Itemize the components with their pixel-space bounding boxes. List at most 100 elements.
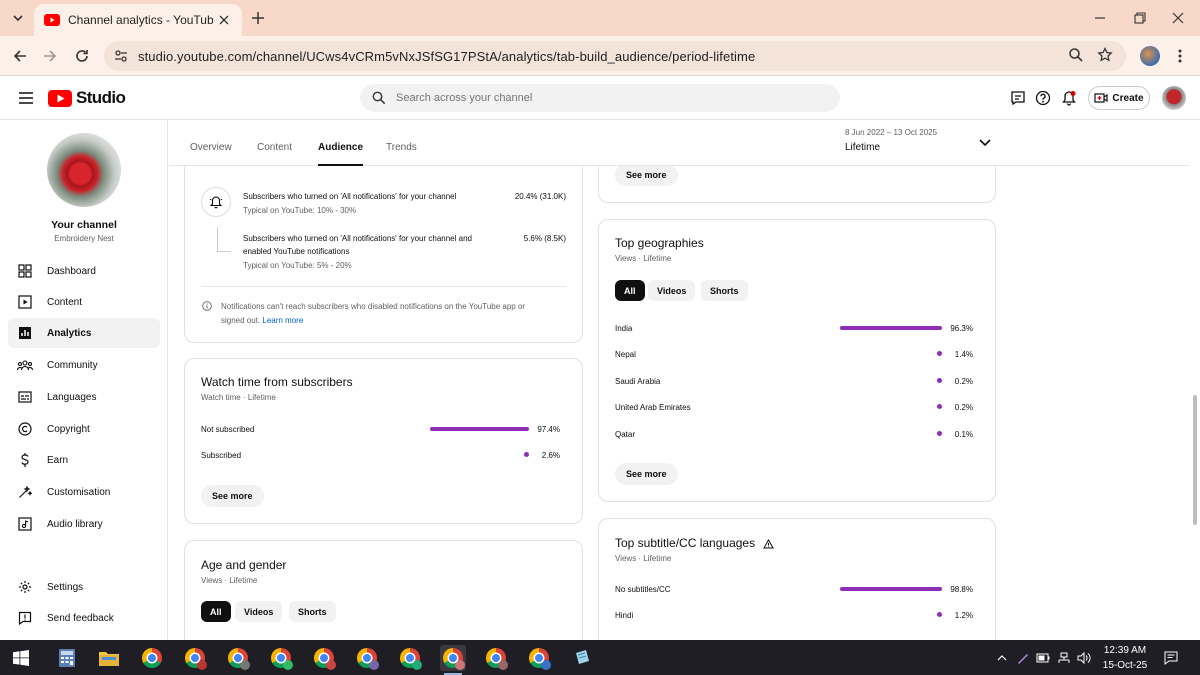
chrome-profile-icon[interactable] (483, 645, 509, 671)
search-box[interactable] (360, 84, 840, 112)
geographies-see-more-button[interactable]: See more (615, 463, 678, 485)
notifications-card: Subscribers who turned on 'All notificat… (184, 140, 583, 343)
show-hidden-icons-chevron[interactable] (995, 651, 1009, 665)
analytics-tabs: Overview Content Audience Trends 8 Jun 2… (169, 120, 1190, 166)
sidebar-item-analytics[interactable]: Analytics (8, 318, 160, 348)
period-selector[interactable]: 8 Jun 2022 – 13 Oct 2025 Lifetime (845, 128, 937, 153)
learn-more-link[interactable]: Learn more (262, 316, 303, 325)
sidebar-item-earn[interactable]: Earn (8, 445, 160, 475)
browser-tab-strip: Channel analytics - YouTube Studio (0, 0, 1200, 36)
sidebar: Your channel Embroidery Nest Dashboard C… (0, 120, 168, 640)
tab-content[interactable]: Content (257, 142, 292, 153)
notifications-bell-icon[interactable] (1059, 88, 1079, 108)
calculator-icon[interactable] (54, 645, 80, 671)
close-window-icon[interactable] (1168, 8, 1188, 28)
channel-avatar[interactable] (47, 133, 121, 207)
address-bar[interactable]: studio.youtube.com/channel/UCws4vCRm5vNx… (104, 41, 1126, 71)
hamburger-menu-icon[interactable] (16, 88, 36, 108)
bookmark-star-icon[interactable] (1097, 47, 1115, 65)
chrome-profile-icon[interactable] (225, 645, 251, 671)
file-explorer-icon[interactable] (96, 645, 122, 671)
new-tab-icon[interactable] (248, 8, 268, 28)
analytics-icon (17, 325, 33, 341)
chrome-profile-icon[interactable] (182, 645, 208, 671)
period-dropdown-chevron-icon[interactable] (977, 134, 993, 150)
customisation-icon (17, 484, 33, 500)
taskbar-clock[interactable]: 12:39 AM 15-Oct-25 (1100, 643, 1150, 673)
browser-tab[interactable]: Channel analytics - YouTube Studio (34, 4, 242, 36)
tab-audience[interactable]: Audience (318, 142, 364, 166)
geo-chip-videos[interactable]: Videos (648, 280, 696, 301)
notification-center-icon[interactable] (1163, 650, 1179, 666)
browser-menu-icon[interactable] (1172, 46, 1188, 66)
age-gender-chip-all[interactable]: All (201, 601, 231, 622)
sidebar-item-languages[interactable]: Languages (8, 382, 160, 412)
period-label: Lifetime (845, 142, 881, 153)
search-input[interactable] (396, 92, 796, 104)
geo-chip-all[interactable]: All (615, 280, 645, 301)
tab-search-chevron-icon[interactable] (7, 7, 29, 29)
sidebar-item-community[interactable]: Community (8, 350, 160, 380)
chrome-icon[interactable] (139, 645, 165, 671)
geo-row-label: India (615, 324, 633, 333)
sidebar-item-copyright[interactable]: Copyright (8, 414, 160, 444)
chrome-profile-icon[interactable] (526, 645, 552, 671)
geo-chip-shorts[interactable]: Shorts (701, 280, 748, 301)
geo-row-dot (937, 351, 942, 356)
watch-time-see-more-button[interactable]: See more (201, 485, 264, 507)
cc-row-dot (937, 612, 942, 617)
geo-row-dot (937, 431, 942, 436)
chrome-profile-icon-active[interactable] (440, 645, 466, 675)
site-info-icon[interactable] (114, 49, 128, 63)
sidebar-item-customisation[interactable]: Customisation (8, 477, 160, 507)
sidebar-item-audio-library[interactable]: Audio library (8, 509, 160, 539)
top-card-see-more-button[interactable]: See more (615, 164, 678, 186)
forward-icon[interactable] (38, 44, 62, 68)
page-scrollbar[interactable] (1190, 120, 1200, 640)
community-icon (17, 357, 33, 373)
volume-icon[interactable] (1077, 651, 1091, 665)
age-gender-card: Age and gender Views · Lifetime All Vide… (184, 540, 583, 640)
zoom-icon[interactable] (1068, 47, 1086, 65)
sidebar-item-dashboard[interactable]: Dashboard (8, 256, 160, 286)
chrome-profile-icon[interactable] (397, 645, 423, 671)
battery-icon[interactable] (1036, 651, 1050, 665)
notif-row2-text-b: enabled YouTube notifications (243, 247, 350, 256)
pen-icon[interactable] (1016, 651, 1030, 665)
sidebar-item-settings[interactable]: Settings (8, 572, 160, 602)
tree-connector (217, 251, 231, 252)
sidebar-item-content[interactable]: Content (8, 287, 160, 317)
subtitles-icon[interactable] (1008, 88, 1028, 108)
reload-icon[interactable] (70, 44, 94, 68)
notepad-icon[interactable] (569, 645, 595, 671)
chrome-profile-icon[interactable] (268, 645, 294, 671)
channel-title: Your channel (51, 219, 117, 231)
divider (201, 286, 566, 287)
clock-date: 15-Oct-25 (1102, 660, 1148, 671)
back-icon[interactable] (8, 44, 32, 68)
create-button[interactable]: Create (1088, 86, 1150, 110)
tab-trends[interactable]: Trends (386, 142, 417, 153)
sidebar-item-label: Community (47, 359, 98, 371)
scrollbar-thumb[interactable] (1193, 395, 1197, 525)
account-avatar[interactable] (1162, 86, 1186, 110)
chrome-profile-icon[interactable] (354, 645, 380, 671)
close-tab-icon[interactable] (216, 12, 232, 28)
studio-logo[interactable]: Studio (48, 88, 126, 108)
subtitle-languages-title-text: Top subtitle/CC languages (615, 536, 756, 550)
sidebar-item-send-feedback[interactable]: Send feedback (8, 603, 160, 633)
age-gender-chip-videos[interactable]: Videos (235, 601, 283, 622)
bell-ring-icon (201, 187, 231, 217)
chrome-profile-icon[interactable] (311, 645, 337, 671)
restore-icon[interactable] (1130, 8, 1150, 28)
minimize-icon[interactable] (1090, 8, 1110, 28)
browser-profile-avatar[interactable] (1140, 46, 1160, 66)
browser-toolbar: studio.youtube.com/channel/UCws4vCRm5vNx… (0, 36, 1200, 76)
network-icon[interactable] (1057, 651, 1071, 665)
help-icon[interactable] (1033, 88, 1053, 108)
languages-icon (17, 389, 33, 405)
sidebar-item-label: Settings (47, 581, 84, 593)
age-gender-chip-shorts[interactable]: Shorts (289, 601, 336, 622)
tab-overview[interactable]: Overview (190, 142, 232, 153)
windows-start-icon[interactable] (8, 645, 34, 671)
